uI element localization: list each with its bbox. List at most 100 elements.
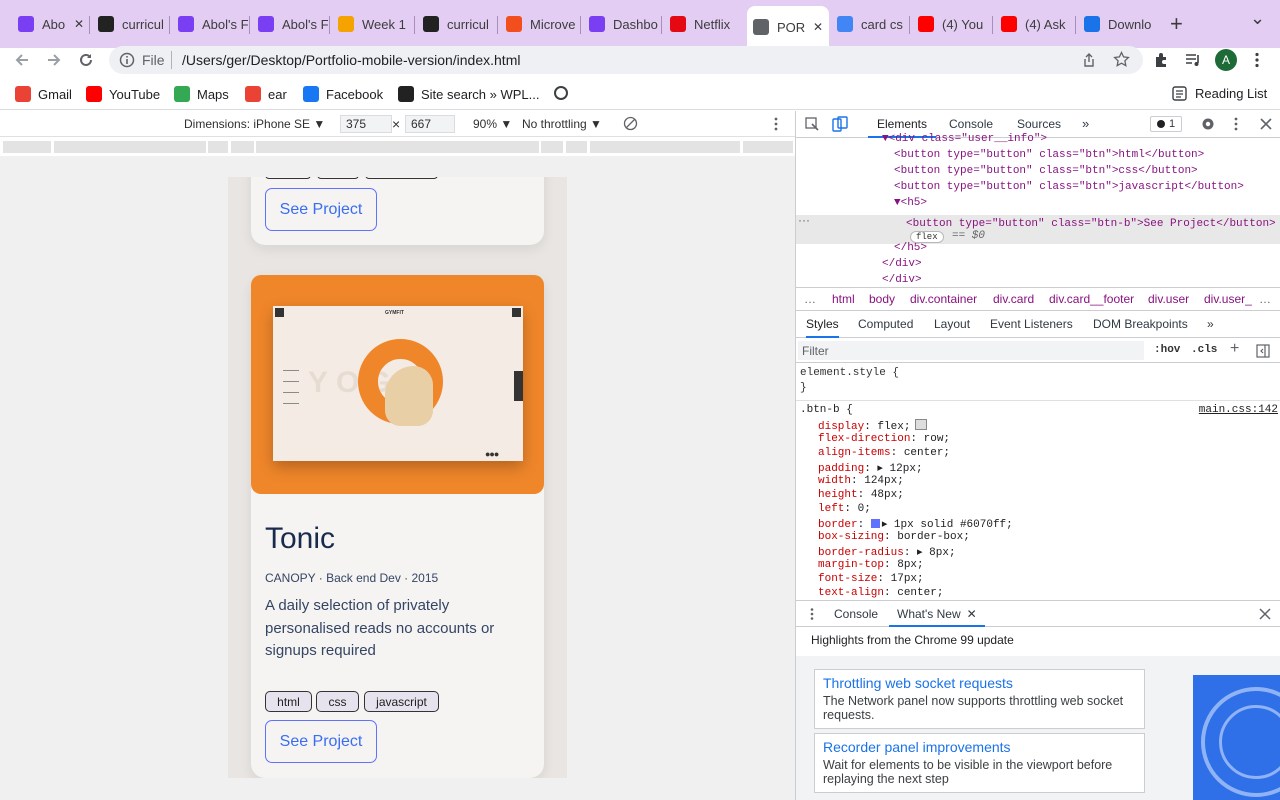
browser-tab[interactable]: (4) Ask [995,8,1073,40]
sidebar-toggle-icon[interactable] [1256,344,1270,358]
media-control-icon[interactable] [1184,51,1202,69]
rule-selector[interactable]: .btn-b { [800,404,853,416]
flexbox-editor-icon[interactable] [915,419,928,430]
profile-avatar[interactable]: A [1215,49,1237,71]
address-bar[interactable]: File /Users/ger/Desktop/Portfolio-mobile… [109,46,1143,74]
device-toggle-icon[interactable] [832,116,848,132]
media-query-ruler[interactable] [0,138,796,156]
element-style-rule[interactable]: element.style { [800,367,899,379]
device-more-icon[interactable] [770,116,782,132]
new-tab-icon[interactable]: + [1170,11,1183,37]
breadcrumb-item[interactable]: div.user [1148,292,1189,306]
bookmark-star-icon[interactable] [1113,51,1130,68]
bookmark-item[interactable]: ear [245,86,287,102]
browser-tab[interactable]: Microve [500,8,578,40]
dom-node-line[interactable]: </div> [796,274,1280,286]
zoom-select[interactable]: 90% ▼ [473,117,512,131]
breadcrumb-overflow-icon[interactable]: … [804,292,816,306]
css-declaration[interactable]: height: 48px; [818,489,904,503]
browser-tab[interactable]: Abol's F [172,8,250,40]
bookmark-item[interactable]: Maps [174,86,229,102]
bookmark-item[interactable]: Site search » WPL... [398,86,540,102]
url-text[interactable]: /Users/ger/Desktop/Portfolio-mobile-vers… [182,52,520,68]
close-tab-icon[interactable]: ✕ [74,17,84,31]
css-declaration[interactable]: margin-top: 8px; [818,559,924,573]
hover-state-toggle[interactable]: :hov [1154,344,1180,356]
css-declaration[interactable]: align-items: center; [818,447,950,461]
bookmark-item[interactable]: Facebook [303,86,383,102]
css-declaration[interactable]: left: 0; [818,503,871,517]
device-select[interactable]: Dimensions: iPhone SE ▼ [184,117,325,131]
breadcrumb-item[interactable]: body [869,292,895,306]
tag-javascript[interactable]: javascript [364,691,439,712]
breadcrumb-item[interactable]: div.user_ [1204,292,1252,306]
styles-subtab[interactable]: Computed [858,311,913,338]
styles-subtab[interactable]: Layout [934,311,970,338]
breadcrumb-item[interactable]: div.card [993,292,1034,306]
css-declaration[interactable]: box-sizing: border-box; [818,531,970,545]
breadcrumb-more-icon[interactable]: … [1259,292,1271,306]
styles-subtab[interactable]: Event Listeners [990,311,1073,338]
reading-list-button[interactable]: Reading List [1172,86,1267,101]
news-card[interactable]: Throttling web socket requests The Netwo… [814,669,1145,729]
dom-node-line[interactable]: ▼<div class="user__info"> [796,133,1280,149]
share-icon[interactable] [1081,52,1097,68]
new-rule-icon[interactable]: + [1230,340,1239,358]
browser-tab[interactable]: Dashbo [583,8,661,40]
news-card[interactable]: Recorder panel improvements Wait for ele… [814,733,1145,793]
browser-tab[interactable]: Abol's F [252,8,330,40]
tag-css[interactable]: css [316,691,359,712]
breadcrumb-item[interactable]: html [832,292,855,306]
bookmark-item[interactable]: YouTube [86,86,160,102]
css-declaration[interactable]: border: ▸ 1px solid #6070ff; [818,517,1013,531]
color-swatch[interactable] [870,519,880,528]
dom-node-line[interactable]: </h5> [796,242,1280,258]
height-input[interactable]: 667 [405,115,455,133]
styles-subtab[interactable]: DOM Breakpoints [1093,311,1188,338]
browser-tab[interactable]: curricul [417,8,495,40]
breadcrumb-item[interactable]: div.card__footer [1049,292,1134,306]
bookmark-item[interactable]: Gmail [15,86,72,102]
styles-subtab[interactable]: » [1207,311,1214,338]
css-declaration[interactable]: width: 124px; [818,475,904,489]
browser-tab[interactable]: curricul [92,8,170,40]
close-drawer-icon[interactable] [1259,608,1271,620]
css-declaration[interactable]: text-align: center; [818,587,943,600]
close-tab-icon[interactable]: ✕ [813,20,823,34]
throttle-select[interactable]: No throttling ▼ [522,117,602,131]
drawer-menu-icon[interactable] [807,607,817,621]
tag-html[interactable]: html [265,691,312,712]
browser-tab[interactable]: Week 1 [332,8,410,40]
tab-search-icon[interactable]: ⌄ [1250,8,1265,29]
rule-source-link[interactable]: main.css:142 [1199,404,1278,416]
dom-ellipsis-icon[interactable]: ··· [798,213,810,227]
settings-gear-icon[interactable] [1200,116,1216,132]
more-tabs-icon[interactable]: » [1082,116,1089,131]
dom-node-line[interactable]: <button type="button" class="btn">html</… [796,149,1280,165]
close-devtools-icon[interactable] [1260,118,1272,130]
forward-icon[interactable] [45,51,63,69]
news-title[interactable]: Recorder panel improvements [823,739,1136,755]
browser-tab[interactable]: Downlo [1078,8,1156,40]
drawer-tab-whats-new[interactable]: What's New ✕ [889,601,985,627]
info-icon[interactable] [119,52,135,68]
news-title[interactable]: Throttling web socket requests [823,675,1136,691]
dom-node-line[interactable]: <button type="button" class="btn">css</b… [796,165,1280,181]
see-project-button[interactable]: See Project [265,720,377,763]
back-icon[interactable] [13,51,31,69]
browser-tab[interactable]: Abo ✕ [12,8,90,40]
globe-icon[interactable] [554,86,568,100]
devtools-menu-icon[interactable] [1230,116,1242,132]
flex-badge[interactable]: flex [910,231,944,243]
drawer-tab-console[interactable]: Console [834,607,878,621]
tab-sources[interactable]: Sources [1017,117,1061,131]
close-tab-icon[interactable]: ✕ [967,607,977,621]
css-declaration[interactable]: font-size: 17px; [818,573,924,587]
reload-icon[interactable] [77,51,95,69]
extensions-icon[interactable] [1153,51,1171,69]
class-toggle[interactable]: .cls [1191,344,1217,356]
issues-badge[interactable]: 1 [1150,116,1182,132]
tab-console[interactable]: Console [949,117,993,131]
dom-node-line[interactable]: <button type="button" class="btn-b">See … [796,218,1280,234]
width-input[interactable]: 375 [340,115,392,133]
